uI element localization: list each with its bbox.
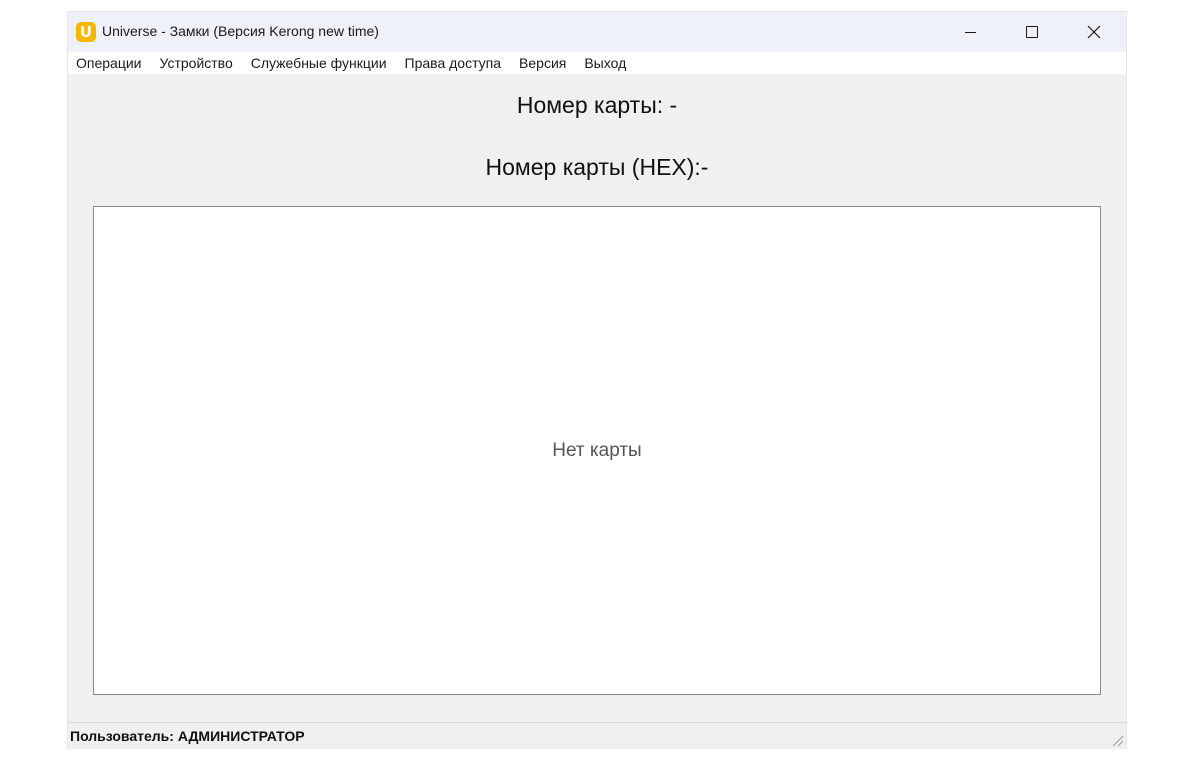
card-display-panel: Нет карты: [93, 206, 1101, 695]
menu-item-access-rights[interactable]: Права доступа: [396, 52, 510, 74]
menu-bar: Операции Устройство Служебные функции Пр…: [68, 52, 1126, 74]
close-button[interactable]: [1064, 12, 1124, 52]
no-card-placeholder: Нет карты: [552, 440, 642, 461]
window-title: Universe - Замки (Версия Kerong new time…: [102, 23, 379, 39]
card-number-label: Номер карты: -: [516, 92, 678, 118]
menu-item-device[interactable]: Устройство: [151, 52, 242, 74]
close-icon: [1087, 25, 1101, 39]
status-bar: Пользователь: АДМИНИСТРАТОР: [68, 722, 1126, 749]
maximize-icon: [1026, 26, 1038, 38]
maximize-button[interactable]: [1002, 12, 1062, 52]
app-window: U Universe - Замки (Версия Kerong new ti…: [68, 12, 1126, 749]
menu-item-exit[interactable]: Выход: [575, 52, 635, 74]
card-number-hex-label: Номер карты (HEX):-: [485, 154, 709, 180]
title-bar[interactable]: U Universe - Замки (Версия Kerong new ti…: [68, 12, 1126, 52]
menu-item-operations[interactable]: Операции: [68, 52, 151, 74]
menu-item-version[interactable]: Версия: [510, 52, 575, 74]
minimize-button[interactable]: [940, 12, 1000, 52]
menu-item-service-functions[interactable]: Служебные функции: [242, 52, 396, 74]
app-logo-icon: U: [76, 22, 96, 42]
resize-grip-icon[interactable]: [1110, 733, 1124, 747]
minimize-icon: [964, 31, 976, 33]
current-user-status: Пользователь: АДМИНИСТРАТОР: [70, 728, 305, 744]
